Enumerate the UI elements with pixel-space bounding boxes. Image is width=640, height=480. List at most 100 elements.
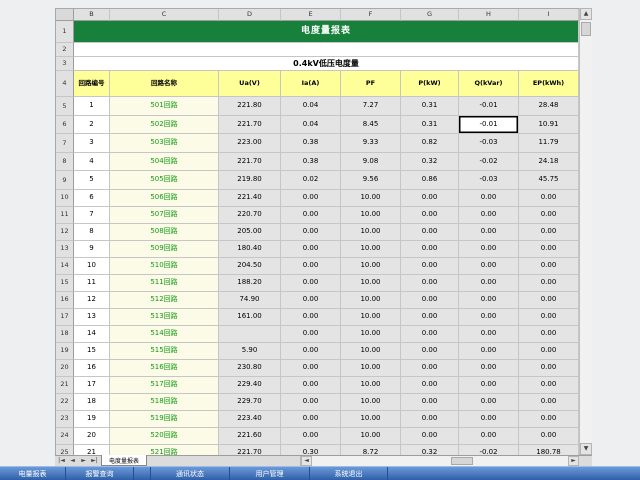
cell-circuit-name[interactable]: 516回路 (110, 359, 219, 377)
empty-cell[interactable] (74, 43, 579, 57)
row-header[interactable]: 16 (56, 291, 74, 309)
cell-current-ia[interactable]: 0.04 (281, 97, 341, 116)
cell-circuit-number[interactable]: 8 (74, 223, 110, 241)
cell-energy-ep[interactable]: 10.91 (519, 115, 579, 134)
row-header[interactable]: 8 (56, 152, 74, 171)
cell-voltage-ua[interactable] (219, 325, 281, 343)
select-all-corner[interactable] (56, 9, 74, 21)
cell-active-power[interactable]: 0.00 (401, 359, 459, 377)
cell-current-ia[interactable]: 0.00 (281, 427, 341, 445)
cell-circuit-name[interactable]: 507回路 (110, 206, 219, 224)
cell-current-ia[interactable]: 0.00 (281, 342, 341, 360)
row-header[interactable]: 2 (56, 43, 74, 57)
cell-energy-ep[interactable]: 0.00 (519, 308, 579, 326)
cell-current-ia[interactable]: 0.00 (281, 189, 341, 207)
row-header[interactable]: 23 (56, 410, 74, 428)
cell-voltage-ua[interactable]: 221.40 (219, 189, 281, 207)
column-title-current-ia[interactable]: Ia(A) (281, 71, 341, 97)
cell-circuit-name[interactable]: 502回路 (110, 115, 219, 134)
cell-current-ia[interactable]: 0.00 (281, 257, 341, 275)
row-header[interactable]: 22 (56, 393, 74, 411)
cell-active-power[interactable]: 0.00 (401, 393, 459, 411)
first-sheet-button[interactable] (56, 456, 67, 466)
row-header[interactable]: 25 (56, 444, 74, 455)
horizontal-scroll-thumb[interactable] (451, 457, 473, 465)
energy-report-button[interactable]: 电量报表 (0, 467, 66, 480)
cell-circuit-name[interactable]: 521回路 (110, 444, 219, 455)
cell-power-factor[interactable]: 10.00 (341, 342, 401, 360)
cell-voltage-ua[interactable]: 188.20 (219, 274, 281, 292)
last-sheet-button[interactable] (89, 456, 100, 466)
cell-voltage-ua[interactable]: 180.40 (219, 240, 281, 258)
cell-circuit-number[interactable]: 20 (74, 427, 110, 445)
cell-power-factor[interactable]: 9.08 (341, 152, 401, 171)
cell-power-factor[interactable]: 10.00 (341, 274, 401, 292)
cell-active-power[interactable]: 0.86 (401, 171, 459, 190)
cell-energy-ep[interactable]: 0.00 (519, 189, 579, 207)
report-subtitle[interactable]: 0.4kV低压电度量 (74, 57, 579, 71)
cell-energy-ep[interactable]: 0.00 (519, 410, 579, 428)
scroll-up-button[interactable] (580, 8, 592, 20)
cell-power-factor[interactable]: 10.00 (341, 308, 401, 326)
row-header[interactable]: 1 (56, 21, 74, 43)
cell-current-ia[interactable]: 0.02 (281, 171, 341, 190)
cell-circuit-number[interactable]: 16 (74, 359, 110, 377)
cell-reactive-power[interactable]: 0.00 (459, 223, 519, 241)
scroll-down-button[interactable] (580, 443, 592, 455)
row-header[interactable]: 4 (56, 71, 74, 97)
cell-current-ia[interactable]: 0.00 (281, 291, 341, 309)
cell-reactive-power[interactable]: 0.00 (459, 308, 519, 326)
cell-active-power[interactable]: 0.31 (401, 115, 459, 134)
cell-power-factor[interactable]: 10.00 (341, 257, 401, 275)
cell-voltage-ua[interactable]: 223.40 (219, 410, 281, 428)
cell-circuit-number[interactable]: 7 (74, 206, 110, 224)
cell-active-power[interactable]: 0.00 (401, 410, 459, 428)
cell-active-power[interactable]: 0.32 (401, 152, 459, 171)
horizontal-scrollbar[interactable] (300, 456, 579, 466)
cell-reactive-power[interactable]: 0.00 (459, 410, 519, 428)
cell-voltage-ua[interactable]: 221.60 (219, 427, 281, 445)
cell-voltage-ua[interactable]: 74.90 (219, 291, 281, 309)
cell-circuit-name[interactable]: 520回路 (110, 427, 219, 445)
cell-power-factor[interactable]: 10.00 (341, 223, 401, 241)
cell-active-power[interactable]: 0.82 (401, 134, 459, 153)
cell-circuit-number[interactable]: 17 (74, 376, 110, 394)
cell-power-factor[interactable]: 9.56 (341, 171, 401, 190)
row-header[interactable]: 11 (56, 206, 74, 224)
cell-energy-ep[interactable]: 0.00 (519, 376, 579, 394)
cell-power-factor[interactable]: 8.45 (341, 115, 401, 134)
column-header-B[interactable]: B (74, 9, 110, 21)
cell-power-factor[interactable]: 8.72 (341, 444, 401, 455)
cell-reactive-power[interactable]: -0.01 (459, 97, 519, 116)
cell-power-factor[interactable]: 10.00 (341, 359, 401, 377)
row-header[interactable]: 21 (56, 376, 74, 394)
column-header-H[interactable]: H (459, 9, 519, 21)
column-title-energy-ep[interactable]: EP(kWh) (519, 71, 579, 97)
cell-reactive-power[interactable]: 0.00 (459, 376, 519, 394)
alarm-query-button[interactable]: 报警查询 (66, 467, 134, 480)
cell-voltage-ua[interactable]: 220.70 (219, 206, 281, 224)
cell-current-ia[interactable]: 0.00 (281, 393, 341, 411)
cell-circuit-name[interactable]: 512回路 (110, 291, 219, 309)
row-header[interactable]: 6 (56, 115, 74, 134)
cell-circuit-name[interactable]: 501回路 (110, 97, 219, 116)
cell-voltage-ua[interactable]: 223.00 (219, 134, 281, 153)
row-header[interactable]: 5 (56, 97, 74, 116)
exit-system-button[interactable]: 系统退出 (310, 467, 388, 480)
cell-energy-ep[interactable]: 28.48 (519, 97, 579, 116)
cell-circuit-name[interactable]: 513回路 (110, 308, 219, 326)
cell-reactive-power[interactable]: 0.00 (459, 325, 519, 343)
vertical-scroll-thumb[interactable] (581, 22, 591, 36)
vertical-scrollbar[interactable] (579, 8, 592, 455)
cell-current-ia[interactable]: 0.00 (281, 325, 341, 343)
cell-reactive-power[interactable]: 0.00 (459, 189, 519, 207)
cell-voltage-ua[interactable]: 229.70 (219, 393, 281, 411)
cell-circuit-number[interactable]: 3 (74, 134, 110, 153)
cell-reactive-power[interactable]: 0.00 (459, 427, 519, 445)
cell-active-power[interactable]: 0.00 (401, 291, 459, 309)
cell-circuit-number[interactable]: 11 (74, 274, 110, 292)
cell-voltage-ua[interactable]: 161.00 (219, 308, 281, 326)
row-header[interactable]: 18 (56, 325, 74, 343)
scroll-right-button[interactable] (568, 456, 579, 466)
column-title-circuit-number[interactable]: 回路编号 (74, 71, 110, 97)
